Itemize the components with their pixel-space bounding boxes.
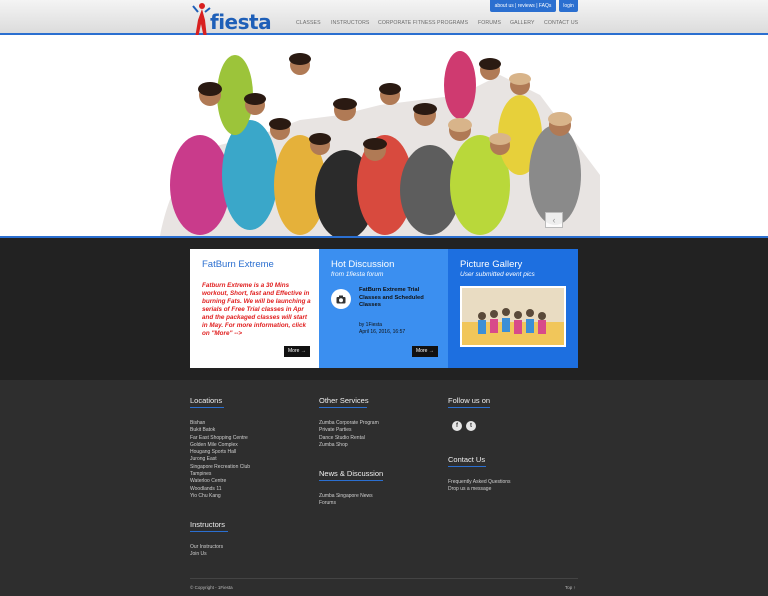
- join-us-link[interactable]: Join Us: [190, 551, 223, 558]
- nav-forums[interactable]: FORUMS: [478, 20, 501, 28]
- instructors-rule: [190, 531, 228, 532]
- fatburn-title[interactable]: FatBurn Extreme: [202, 259, 274, 270]
- picture-gallery-box: Picture Gallery User submitted event pic…: [448, 249, 578, 368]
- locations-rule: [190, 407, 224, 408]
- service-link[interactable]: Zumba Corporate Program: [319, 420, 379, 427]
- location-link[interactable]: Yio Chu Kang: [190, 493, 250, 500]
- discussion-post-meta: by 1Fiesta April 16, 2016, 16:57: [359, 322, 405, 335]
- location-link[interactable]: Jurong East: [190, 456, 250, 463]
- news-rule: [319, 480, 383, 481]
- location-link[interactable]: Golden Mile Complex: [190, 442, 250, 449]
- group-photo-image: [160, 51, 600, 236]
- site-header: [0, 0, 768, 33]
- back-to-top-link[interactable]: Top ↑: [565, 585, 576, 590]
- hero-banner: ‹ ›: [0, 35, 768, 236]
- camera-icon: [331, 289, 351, 309]
- nav-contact-us[interactable]: CONTACT US: [544, 20, 578, 28]
- twitter-icon[interactable]: t: [466, 421, 476, 431]
- news-link[interactable]: Zumba Singapore News: [319, 493, 373, 500]
- login-button[interactable]: login: [559, 0, 578, 12]
- nav-corporate-fitness[interactable]: CORPORATE FITNESS PROGRAMS: [378, 20, 468, 28]
- instructors-list: Our Instructors Join Us: [190, 544, 223, 559]
- faq-link[interactable]: Frequently Asked Questions: [448, 479, 511, 486]
- discussion-post-date: April 16, 2016, 16:57: [359, 328, 406, 335]
- message-link[interactable]: Drop us a message: [448, 486, 511, 493]
- discussion-more-button[interactable]: More →: [412, 346, 438, 357]
- fatburn-more-button[interactable]: More →: [284, 346, 310, 357]
- logo-wordmark: fiesta: [210, 10, 272, 34]
- follow-rule: [448, 407, 490, 408]
- facebook-icon[interactable]: f: [452, 421, 462, 431]
- nav-instructors[interactable]: INSTRUCTORS: [331, 20, 369, 28]
- location-link[interactable]: Woodlands 11: [190, 486, 250, 493]
- location-link[interactable]: Hougang Sports Hall: [190, 449, 250, 456]
- utility-links[interactable]: about us | reviews | FAQs: [490, 0, 556, 12]
- location-link[interactable]: Tampines: [190, 471, 250, 478]
- instructors-heading: Instructors: [190, 520, 226, 529]
- fatburn-description: Fatburn Extreme is a 30 Mins workout, Sh…: [202, 282, 311, 337]
- location-link[interactable]: Waterloo Centre: [190, 478, 250, 485]
- gallery-subtitle: User submitted event pics: [460, 271, 535, 278]
- contact-list: Frequently Asked Questions Drop us a mes…: [448, 479, 511, 494]
- news-list: Zumba Singapore News Forums: [319, 493, 373, 508]
- copyright-divider: [190, 578, 578, 579]
- gallery-thumbnail[interactable]: [460, 286, 566, 347]
- copyright-text: © Copyright - 1Fiesta: [190, 585, 233, 590]
- gallery-photo-image: [462, 288, 564, 345]
- services-rule: [319, 407, 367, 408]
- gallery-title[interactable]: Picture Gallery: [460, 259, 522, 270]
- nav-classes[interactable]: CLASSES: [296, 20, 321, 28]
- service-link[interactable]: Zumba Shop: [319, 442, 379, 449]
- location-link[interactable]: Singapore Recreation Club: [190, 464, 250, 471]
- location-link[interactable]: Bishan: [190, 420, 250, 427]
- follow-heading: Follow us on: [448, 396, 491, 405]
- hot-discussion-subtitle: from 1fiesta forum: [331, 271, 384, 278]
- location-link[interactable]: Bukit Batok: [190, 427, 250, 434]
- discussion-post-title[interactable]: FatBurn Extreme Trial Classes and Schedu…: [359, 287, 439, 310]
- contact-rule: [448, 466, 486, 467]
- site-footer: [0, 380, 768, 596]
- service-link[interactable]: Dance Studio Rental: [319, 435, 379, 442]
- fatburn-box: FatBurn Extreme Fatburn Extreme is a 30 …: [190, 249, 319, 368]
- hero-prev-arrow[interactable]: ‹: [545, 212, 563, 228]
- hot-discussion-box: Hot Discussion from 1fiesta forum FatBur…: [319, 249, 448, 368]
- service-link[interactable]: Private Parties: [319, 427, 379, 434]
- forums-link[interactable]: Forums: [319, 500, 373, 507]
- contact-heading: Contact Us: [448, 455, 486, 464]
- news-heading: News & Discussion: [319, 469, 384, 478]
- hot-discussion-title: Hot Discussion: [331, 259, 395, 270]
- nav-gallery[interactable]: GALLERY: [510, 20, 535, 28]
- locations-list: Bishan Bukit Batok Far East Shopping Cen…: [190, 420, 250, 500]
- feature-band: FatBurn Extreme Fatburn Extreme is a 30 …: [0, 238, 768, 380]
- our-instructors-link[interactable]: Our Instructors: [190, 544, 223, 551]
- services-list: Zumba Corporate Program Private Parties …: [319, 420, 379, 449]
- location-link[interactable]: Far East Shopping Centre: [190, 435, 250, 442]
- services-heading: Other Services: [319, 396, 369, 405]
- locations-heading: Locations: [190, 396, 223, 405]
